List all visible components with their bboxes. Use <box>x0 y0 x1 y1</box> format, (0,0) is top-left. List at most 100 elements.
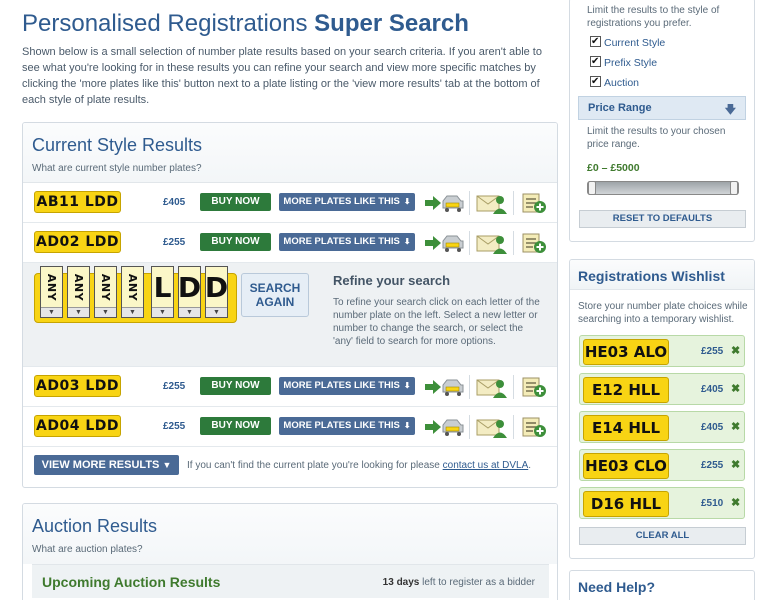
arrow-down-icon: ⬇ <box>403 197 411 206</box>
divider <box>513 375 514 399</box>
divider <box>469 191 470 215</box>
chevron-down-icon: ▼ <box>162 460 172 470</box>
view-more-results-button[interactable]: VIEW MORE RESULTS ▼ <box>34 455 179 475</box>
wishlist-plate[interactable]: E14 HLL <box>583 415 669 441</box>
result-row: AD04 LDD £255 BUY NOW MORE PLATES LIKE T… <box>23 407 557 447</box>
search-again-button[interactable]: SEARCH AGAIN <box>241 273 309 317</box>
price-slider-min-handle[interactable] <box>588 181 596 195</box>
wishlist-price: £405 <box>701 384 724 395</box>
wishlist-price: £255 <box>701 346 724 357</box>
refine-search-panel: ANY ▼ ANY ▼ ANY ▼ ANY ▼ L ▼ D ▼ D ▼ SEARCH AGAIN Refi… <box>23 263 557 367</box>
upcoming-auction-bar[interactable]: Upcoming Auction Results 13 days left to… <box>32 564 549 598</box>
wishlist-box: Registrations Wishlist Store your number… <box>569 259 755 559</box>
number-plate[interactable]: AD02 LDD <box>34 231 121 253</box>
arrow-down-icon: ⬇ <box>403 381 411 390</box>
wishlist-plate[interactable]: HE03 ALO <box>583 339 669 365</box>
contact-dvla-link[interactable]: contact us at DVLA <box>443 460 529 471</box>
plate-price: £255 <box>163 237 186 248</box>
result-rows-top: AB11 LDD £405 BUY NOW MORE PLATES LIKE T… <box>23 183 557 263</box>
more-plates-like-this-button[interactable]: MORE PLATES LIKE THIS ⬇ <box>279 233 415 251</box>
checkbox-checked-icon[interactable] <box>590 54 601 70</box>
chevron-down-icon[interactable]: ▼ <box>152 307 173 317</box>
refine-text: To refine your search click on each lett… <box>333 297 540 347</box>
wishlist-plate[interactable]: E12 HLL <box>583 377 669 403</box>
checkbox-checked-icon[interactable] <box>590 34 601 50</box>
plate-price: £255 <box>163 421 186 432</box>
buy-now-button[interactable]: BUY NOW <box>200 233 271 251</box>
chevron-down-icon[interactable]: ▼ <box>41 307 62 317</box>
wishlist-item: HE03 ALO £255 ✖ <box>579 335 745 367</box>
current-style-help-link[interactable]: What are current style number plates? <box>32 163 557 174</box>
refine-char-any[interactable]: ANY ▼ <box>94 266 117 318</box>
auction-header: Auction Results What are auction plates? <box>23 504 557 564</box>
view-more-note: If you can't find the current plate you'… <box>187 460 532 471</box>
wishlist-item: E14 HLL £405 ✖ <box>579 411 745 443</box>
auction-title: Auction Results <box>32 516 158 536</box>
wishlist-title: Registrations Wishlist <box>570 260 754 290</box>
wishlist-price: £405 <box>701 422 724 433</box>
current-style-header: Current Style Results What are current s… <box>23 123 557 183</box>
more-plates-like-this-button[interactable]: MORE PLATES LIKE THIS ⬇ <box>279 377 415 395</box>
refine-char-any[interactable]: ANY ▼ <box>67 266 90 318</box>
checkbox-checked-icon[interactable] <box>590 74 601 90</box>
reset-to-defaults-button[interactable]: RESET TO DEFAULTS <box>579 210 746 228</box>
wishlist-plate[interactable]: D16 HLL <box>583 491 669 517</box>
more-plates-like-this-button[interactable]: MORE PLATES LIKE THIS ⬇ <box>279 417 415 435</box>
envelope-person-icon[interactable] <box>475 373 509 401</box>
style-filter-option[interactable]: Auction <box>570 74 754 95</box>
auction-help-link[interactable]: What are auction plates? <box>32 544 557 555</box>
envelope-person-icon[interactable] <box>475 229 509 257</box>
car-plate-arrow-icon[interactable] <box>423 231 465 255</box>
price-slider-max-handle[interactable] <box>730 181 738 195</box>
envelope-person-icon[interactable] <box>475 413 509 441</box>
list-add-icon[interactable] <box>520 191 548 215</box>
close-icon[interactable]: ✖ <box>731 496 740 509</box>
refine-char-any[interactable]: ANY ▼ <box>40 266 63 318</box>
list-add-icon[interactable] <box>520 415 548 439</box>
list-add-icon[interactable] <box>520 231 548 255</box>
current-style-title: Current Style Results <box>32 135 203 155</box>
buy-now-button[interactable]: BUY NOW <box>200 417 271 435</box>
wishlist-plate[interactable]: HE03 CLO <box>583 453 669 479</box>
plate-price: £405 <box>163 197 186 208</box>
car-plate-arrow-icon[interactable] <box>423 375 465 399</box>
chevron-down-icon[interactable]: ▼ <box>68 307 89 317</box>
close-icon[interactable]: ✖ <box>731 458 740 471</box>
intro-text: Shown below is a small selection of numb… <box>22 46 542 106</box>
chevron-down-icon[interactable]: ▼ <box>95 307 116 317</box>
close-icon[interactable]: ✖ <box>731 382 740 395</box>
wishlist-item: E12 HLL £405 ✖ <box>579 373 745 405</box>
list-add-icon[interactable] <box>520 375 548 399</box>
price-filter-text: Limit the results to your chosen price r… <box>587 126 726 150</box>
close-icon[interactable]: ✖ <box>731 420 740 433</box>
price-range-toggle[interactable]: Price Range 🡇 <box>578 96 746 120</box>
buy-now-button[interactable]: BUY NOW <box>200 377 271 395</box>
style-filter-option[interactable]: Prefix Style <box>570 54 754 75</box>
number-plate[interactable]: AD04 LDD <box>34 415 121 437</box>
refine-char-any[interactable]: ANY ▼ <box>121 266 144 318</box>
help-title: Need Help? <box>578 579 656 595</box>
refine-char-letter[interactable]: D ▼ <box>178 266 201 318</box>
style-filter-option[interactable]: Current Style <box>570 34 754 55</box>
number-plate[interactable]: AD03 LDD <box>34 375 121 397</box>
price-range-value: £0 – £5000 <box>587 162 640 174</box>
style-checkboxes: Current StylePrefix StyleAuction <box>570 34 754 95</box>
more-plates-like-this-button[interactable]: MORE PLATES LIKE THIS ⬇ <box>279 193 415 211</box>
close-icon[interactable]: ✖ <box>731 344 740 357</box>
clear-all-button[interactable]: CLEAR ALL <box>579 527 746 545</box>
chevron-down-icon[interactable]: ▼ <box>179 307 200 317</box>
number-plate[interactable]: AB11 LDD <box>34 191 121 213</box>
chevron-down-icon[interactable]: ▼ <box>206 307 227 317</box>
refine-char-letter[interactable]: L ▼ <box>151 266 174 318</box>
auction-panel: Auction Results What are auction plates?… <box>22 503 558 600</box>
car-plate-arrow-icon[interactable] <box>423 415 465 439</box>
refine-char-letter[interactable]: D ▼ <box>205 266 228 318</box>
envelope-person-icon[interactable] <box>475 189 509 217</box>
buy-now-button[interactable]: BUY NOW <box>200 193 271 211</box>
car-plate-arrow-icon[interactable] <box>423 191 465 215</box>
page-title: Personalised Registrations Super Search <box>22 10 469 37</box>
wishlist-price: £255 <box>701 460 724 471</box>
chevron-down-icon[interactable]: ▼ <box>122 307 143 317</box>
price-slider[interactable] <box>587 181 739 195</box>
result-row: AD02 LDD £255 BUY NOW MORE PLATES LIKE T… <box>23 223 557 263</box>
